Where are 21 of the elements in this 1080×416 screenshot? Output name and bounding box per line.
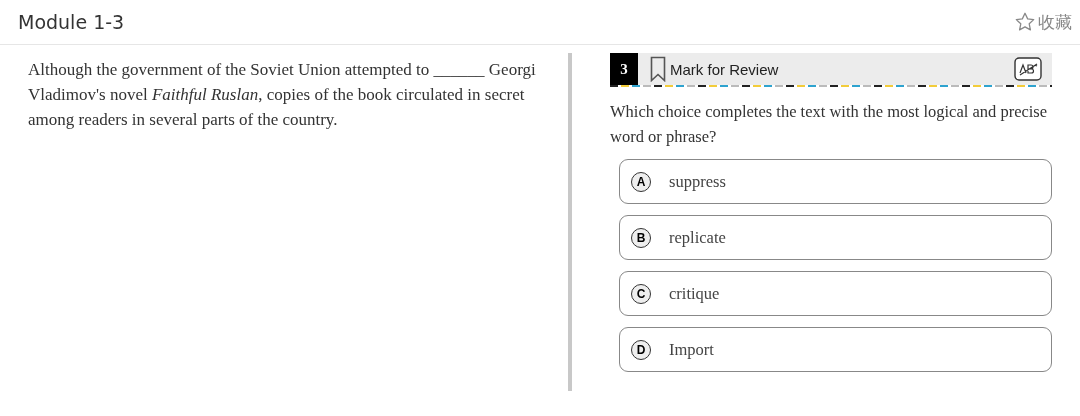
option-text: suppress	[669, 171, 726, 192]
answer-option[interactable]: C critique	[619, 271, 1052, 316]
passage-text: Although the government of the Soviet Union attempted to ______ Georgi Vladimov's novel Faithful Ruslan, copies of the book circulated in secret among readers in several parts of the country.	[28, 59, 537, 131]
favorite-button[interactable]: 收藏	[1014, 10, 1072, 34]
bookmark-icon	[650, 56, 666, 82]
answer-option[interactable]: D Import	[619, 327, 1052, 372]
option-letter: B	[631, 227, 651, 248]
option-letter: A	[631, 171, 651, 192]
answer-option[interactable]: B replicate	[619, 215, 1052, 260]
option-letter: D	[631, 339, 651, 360]
mark-for-review-button[interactable]: Mark for Review	[638, 56, 1014, 82]
strikethrough-tool-icon[interactable]	[1014, 57, 1042, 81]
option-letter: C	[631, 283, 651, 304]
star-icon	[1014, 11, 1036, 33]
option-text: critique	[669, 283, 720, 304]
question-prompt: Which choice completes the text with the most logical and precise word or phrase?	[610, 101, 1049, 148]
question-number: 3	[610, 53, 638, 85]
option-text: Import	[669, 339, 714, 360]
module-title: Module 1-3	[18, 11, 125, 33]
answer-option[interactable]: A suppress	[619, 159, 1052, 204]
option-text: replicate	[669, 227, 726, 248]
